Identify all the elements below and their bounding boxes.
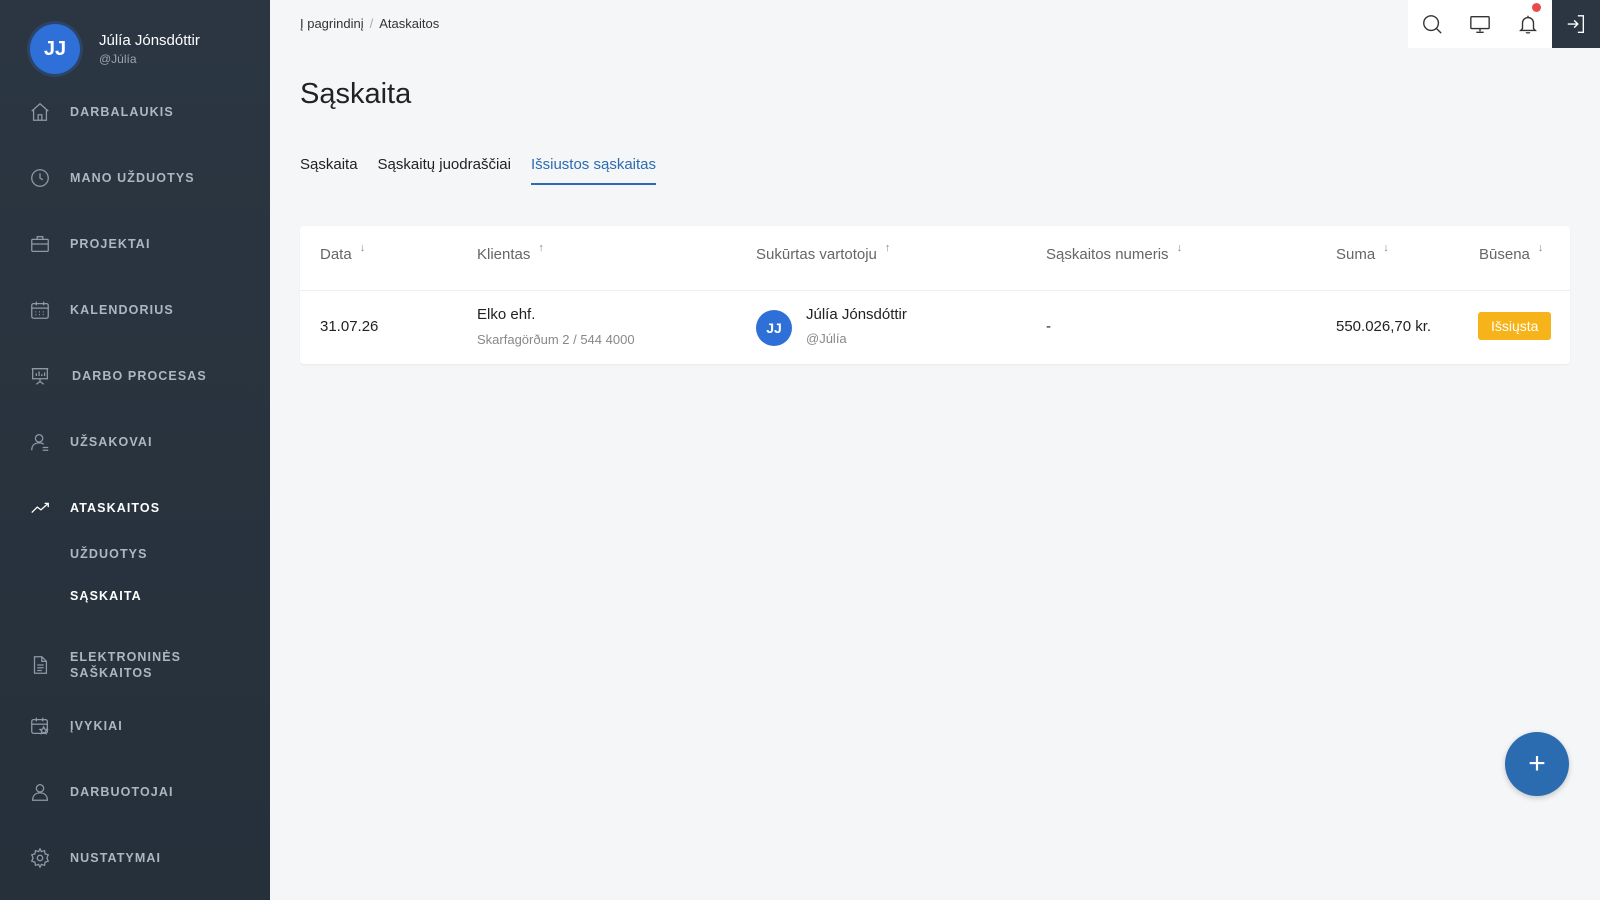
trend-icon	[29, 497, 51, 519]
sidebar-item-label: DARBO PROCESAS	[72, 369, 207, 383]
column-header-busena[interactable]: Būsena ↓	[1479, 242, 1543, 263]
sidebar-item-label: NUSTATYMAI	[70, 851, 162, 865]
notification-badge	[1532, 3, 1541, 12]
plus-icon: +	[1528, 747, 1546, 780]
monitor-icon	[1470, 15, 1490, 33]
sidebar-item-kalendorius[interactable]: KALENDORIUS	[0, 290, 270, 330]
breadcrumb-current[interactable]: Ataskaitos	[379, 16, 439, 31]
sidebar-item-label: ATASKAITOS	[70, 501, 161, 515]
sidebar: JJ Júlía Jónsdóttir @Júlía DARBALAUKIS M…	[0, 0, 270, 900]
briefcase-icon	[29, 233, 51, 255]
users-icon	[29, 781, 51, 803]
sort-down-icon: ↓	[1176, 242, 1183, 254]
tab-issiustos-saskaitas[interactable]: Išsiustos sąskaitas	[530, 156, 657, 185]
sidebar-subitem-uzduotys[interactable]: UŽDUOTYS	[70, 547, 148, 561]
column-header-sukurtas[interactable]: Sukūrtas vartotoju ↑	[756, 242, 890, 263]
sidebar-item-ataskaitos[interactable]: ATASKAITOS	[0, 488, 270, 528]
sidebar-item-label: DARBALAUKIS	[70, 105, 174, 119]
sort-down-icon: ↓	[1537, 242, 1544, 254]
calendar-star-icon	[29, 715, 51, 737]
document-icon	[29, 654, 51, 676]
search-button[interactable]	[1408, 0, 1456, 48]
column-header-klientas[interactable]: Klientas ↑	[477, 242, 544, 263]
sidebar-item-ivykiai[interactable]: ĮVYKIAI	[0, 706, 270, 746]
user-icon	[29, 431, 51, 453]
invoice-table: Data ↓ Klientas ↑ Sukūrtas vartotoju ↑ Sąsk…	[300, 226, 1570, 364]
avatar[interactable]: JJ	[30, 24, 80, 74]
sidebar-item-label: MANO UŽDUOTYS	[70, 171, 195, 185]
cell-client-address: Skarfagörðum 2 / 544 4000	[477, 332, 635, 347]
sort-up-icon: ↑	[538, 242, 544, 254]
sort-down-icon: ↓	[1383, 242, 1389, 254]
sidebar-item-uzsakovai[interactable]: UŽSAKOVAI	[0, 422, 270, 462]
column-header-suma[interactable]: Suma ↓	[1336, 242, 1389, 263]
home-icon	[29, 101, 51, 123]
user-profile[interactable]: JJ Júlía Jónsdóttir @Júlía	[30, 24, 200, 74]
cell-amount: 550.026,70 kr.	[1336, 318, 1432, 335]
gear-icon	[29, 847, 51, 869]
user-name: Júlía Jónsdóttir	[99, 32, 200, 49]
breadcrumb: Į pagrindinį / Ataskaitos	[300, 16, 440, 31]
sidebar-item-label: DARBUOTOJAI	[70, 785, 174, 799]
tab-saskaitu-juodrasciai[interactable]: Sąskaitų juodraščiai	[378, 156, 511, 185]
sidebar-item-label: ĮVYKIAI	[70, 719, 123, 733]
breadcrumb-home-link[interactable]: Į pagrindinį	[300, 16, 364, 31]
sidebar-item-darbo-procesas[interactable]: DARBO PROCESAS	[0, 356, 270, 396]
search-icon	[1423, 15, 1442, 34]
divider	[300, 290, 1570, 291]
column-header-saskaitos-numeris[interactable]: Sąskaitos numeris ↓	[1046, 242, 1182, 263]
sidebar-item-projektai[interactable]: PROJEKTAI	[0, 224, 270, 264]
cell-invoice-number: -	[1046, 318, 1051, 335]
tabs: Sąskaita Sąskaitų juodraščiai Išsiustos …	[300, 156, 676, 185]
notifications-button[interactable]	[1504, 0, 1552, 48]
bell-icon	[1519, 15, 1537, 34]
sidebar-item-elektronines-saskaitos[interactable]: ELEKTRONINĖS SAŠKAITOS	[0, 642, 270, 688]
user-handle: @Júlía	[99, 52, 137, 66]
status-badge[interactable]: Išsiųsta	[1478, 312, 1552, 340]
sidebar-item-label: PROJEKTAI	[70, 237, 151, 251]
clock-icon	[29, 167, 51, 189]
sidebar-item-darbuotojai[interactable]: DARBUOTOJAI	[0, 772, 270, 812]
sort-down-icon: ↓	[359, 242, 366, 254]
sidebar-item-label: ELEKTRONINĖS SAŠKAITOS	[70, 650, 182, 680]
logout-icon	[1567, 15, 1585, 33]
sidebar-item-darbalaukis[interactable]: DARBALAUKIS	[0, 92, 270, 132]
calendar-icon	[29, 299, 51, 321]
presentation-icon	[29, 365, 51, 387]
display-button[interactable]	[1456, 0, 1504, 48]
add-button[interactable]: +	[1505, 732, 1569, 796]
sidebar-item-mano-uzduotys[interactable]: MANO UŽDUOTYS	[0, 158, 270, 198]
column-header-data[interactable]: Data ↓	[320, 242, 365, 263]
sidebar-item-nustatymai[interactable]: NUSTATYMAI	[0, 838, 270, 878]
tab-saskaita[interactable]: Sąskaita	[300, 156, 358, 185]
cell-creator-handle: @Júlía	[806, 331, 847, 346]
cell-client-name[interactable]: Elko ehf.	[477, 306, 535, 323]
logout-button[interactable]	[1552, 0, 1600, 48]
avatar: JJ	[756, 310, 792, 346]
cell-date: 31.07.26	[320, 318, 379, 335]
cell-creator-name: Júlía Jónsdóttir	[806, 306, 907, 323]
top-toolbar	[1408, 0, 1600, 48]
sidebar-subitem-saskaita[interactable]: SĄSKAITA	[70, 589, 142, 603]
sidebar-item-label: KALENDORIUS	[70, 303, 174, 317]
sort-up-icon: ↑	[884, 242, 891, 254]
page-title: Sąskaita	[300, 78, 412, 110]
sidebar-item-label: UŽSAKOVAI	[70, 435, 153, 449]
